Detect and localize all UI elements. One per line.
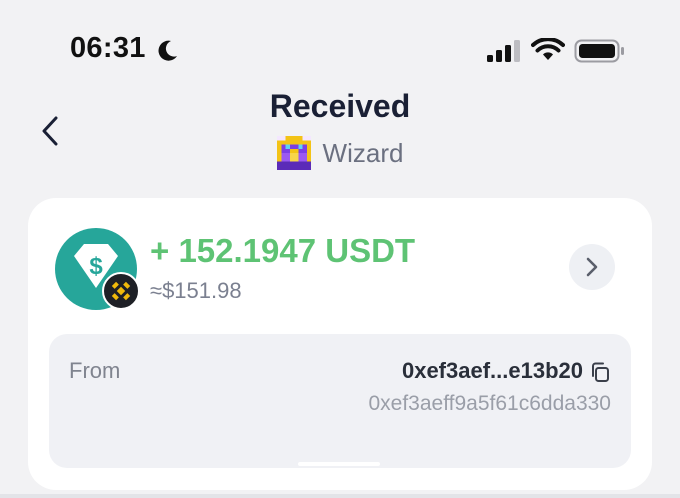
battery-icon	[574, 39, 624, 63]
status-time: 06:31	[70, 32, 146, 64]
chevron-right-icon	[586, 257, 598, 277]
moon-icon	[158, 40, 177, 61]
wallet-name: Wizard	[322, 137, 404, 168]
page-title: Received	[269, 88, 411, 124]
status-bar: 06:31	[0, 0, 680, 90]
from-label: From	[69, 358, 121, 383]
fiat-value: ≈$151.98	[150, 278, 242, 303]
from-address-section: From 0xef3aef...e13b20 0xef3aeff9a5f61c6…	[49, 334, 631, 468]
wallet-avatar	[276, 136, 311, 170]
wallet-selector: Wizard	[0, 136, 680, 170]
signal-icon	[487, 40, 520, 62]
transaction-card: $ + 152.1947 USDT ≈$151.98 From 0xef3aef…	[28, 198, 652, 490]
home-indicator	[298, 462, 380, 466]
from-address-full[interactable]: 0xef3aeff9a5f61c6dda330	[368, 392, 611, 416]
wifi-icon	[531, 38, 565, 60]
from-address-short: 0xef3aef...e13b20	[401, 358, 583, 383]
bottom-divider	[0, 494, 680, 498]
bnb-chain-icon	[102, 272, 140, 310]
token-detail-button[interactable]	[569, 244, 615, 290]
copy-icon[interactable]	[589, 361, 611, 383]
received-amount: + 152.1947 USDT	[150, 232, 416, 269]
